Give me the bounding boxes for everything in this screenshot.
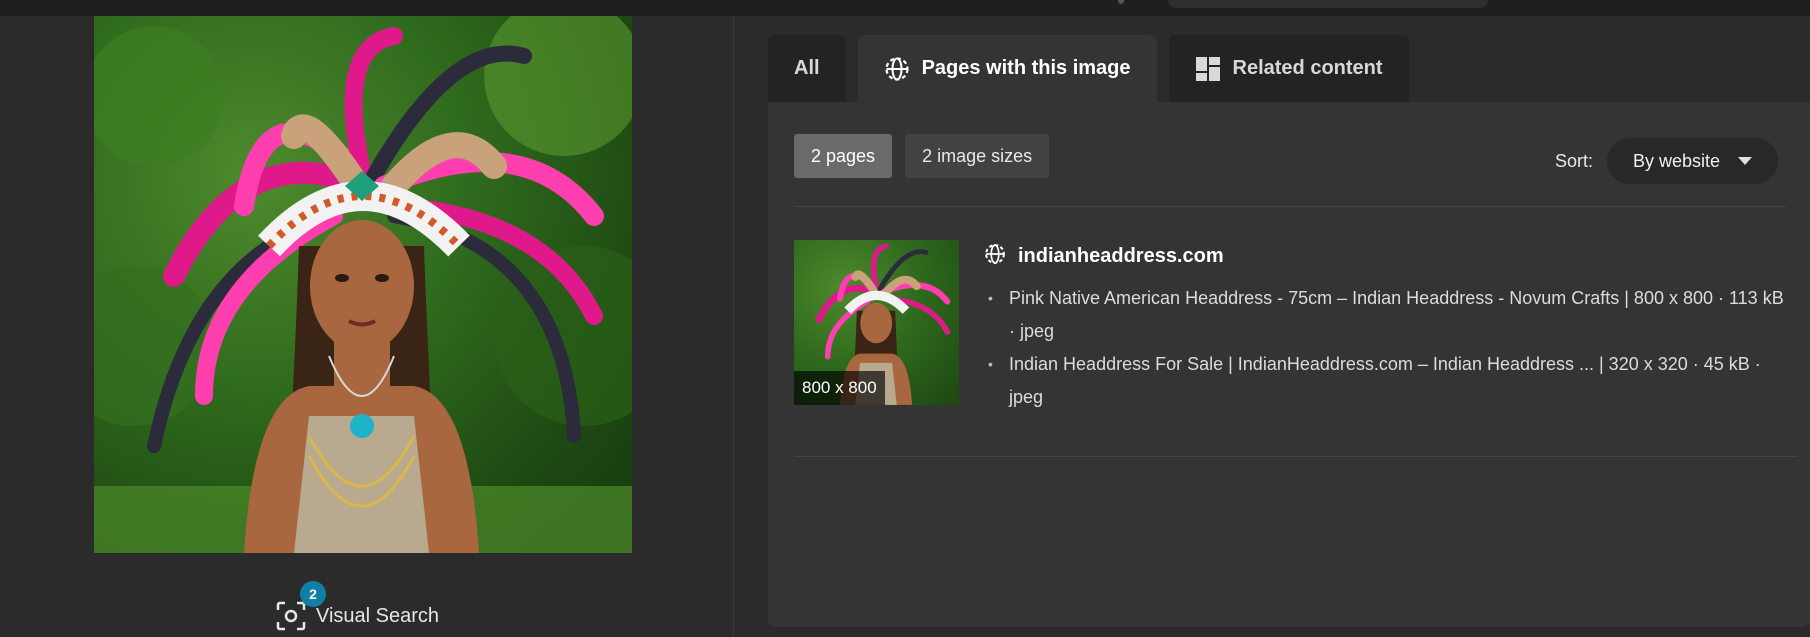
globe-icon — [984, 243, 1006, 270]
tab-related-content[interactable]: Related content — [1168, 35, 1409, 102]
tab-related-label: Related content — [1232, 57, 1383, 79]
sort-control: Sort: By website — [1555, 138, 1778, 184]
visual-search-button[interactable]: 2 Visual Search — [276, 581, 440, 636]
sort-value: By website — [1632, 150, 1720, 171]
sort-dropdown[interactable]: By website — [1606, 138, 1778, 184]
result-tabs: All Pages with this image Related conten… — [768, 35, 1409, 102]
sort-label: Sort: — [1554, 150, 1593, 171]
result-page-list: Pink Native American Headdress - 75cm – … — [984, 282, 1789, 414]
result-site-link[interactable]: indianheaddress.com — [984, 243, 1224, 270]
globe-icon — [884, 56, 910, 82]
pane-divider — [733, 16, 734, 637]
chevron-down-icon — [1738, 157, 1752, 165]
result-item: 800 x 800 indianheaddress.com Pink Nativ… — [794, 240, 1794, 410]
result-thumbnail[interactable]: 800 x 800 — [794, 240, 959, 405]
search-box-edge[interactable] — [1168, 0, 1488, 8]
grid-icon — [1195, 56, 1221, 82]
page-link[interactable]: Pink Native American Headdress - 75cm – … — [1009, 288, 1784, 341]
top-bar — [0, 0, 1810, 16]
page-link[interactable]: Indian Headdress For Sale | IndianHeaddr… — [1009, 354, 1761, 407]
tab-pages-with-this-image[interactable]: Pages with this image — [857, 35, 1157, 102]
divider — [794, 206, 1786, 207]
visual-search-icon: 2 — [276, 581, 326, 631]
visual-search-badge: 2 — [300, 581, 326, 607]
list-item: Indian Headdress For Sale | IndianHeaddr… — [984, 348, 1789, 414]
preview-pane: 2 Visual Search — [0, 16, 733, 637]
thumbnail-size-label: 800 x 800 — [794, 371, 885, 405]
tab-pages-label: Pages with this image — [921, 57, 1131, 79]
filter-pages-chip[interactable]: 2 pages — [794, 134, 893, 178]
preview-image[interactable] — [94, 16, 632, 553]
tab-all[interactable]: All — [768, 35, 846, 102]
tab-all-label: All — [794, 57, 820, 79]
list-item: Pink Native American Headdress - 75cm – … — [984, 282, 1789, 348]
top-bar-indicator — [1118, 0, 1124, 4]
result-site-name: indianheaddress.com — [1018, 245, 1224, 267]
pages-panel: 2 pages 2 image sizes Sort: By website 8… — [768, 102, 1810, 627]
visual-search-label: Visual Search — [316, 604, 440, 627]
preview-image-drawing — [94, 16, 632, 553]
divider — [794, 456, 1798, 457]
filter-image-sizes-chip[interactable]: 2 image sizes — [905, 134, 1050, 178]
filter-row: 2 pages 2 image sizes — [794, 134, 1050, 178]
